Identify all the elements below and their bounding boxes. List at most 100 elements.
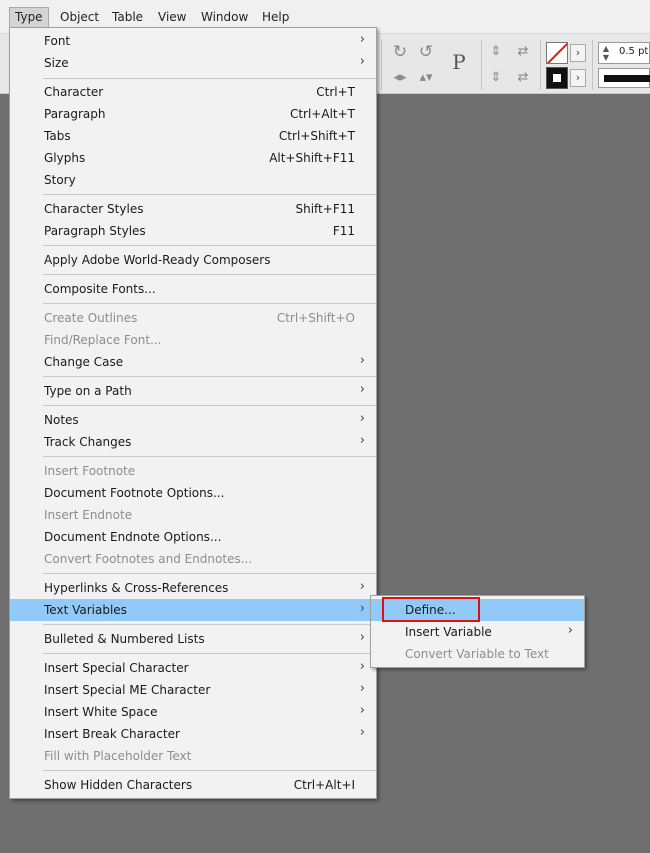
menu-item-label: Story (44, 173, 76, 187)
menu-item-label: Character (44, 85, 104, 99)
menu-item-character-styles[interactable]: Character Styles Shift+F11 (10, 198, 376, 220)
menu-item-shortcut: Ctrl+Alt+T (289, 107, 355, 121)
menu-separator (43, 770, 376, 771)
menu-item-composite-fonts[interactable]: Composite Fonts... (10, 278, 376, 300)
highlight-annotation-box (382, 597, 480, 622)
menu-item-find-replace-font: Find/Replace Font... (10, 329, 376, 351)
menu-separator (43, 245, 376, 246)
menu-item-insert-white-space[interactable]: Insert White Space › (10, 701, 376, 723)
submenu-item-convert-variable: Convert Variable to Text (371, 643, 584, 665)
menu-item-label: Find/Replace Font... (44, 333, 162, 347)
menu-item-size[interactable]: Size › (10, 52, 376, 74)
menu-view[interactable]: View (153, 7, 191, 28)
chevron-right-icon: › (359, 630, 365, 645)
menu-item-label: Bulleted & Numbered Lists (44, 632, 205, 646)
menu-item-label: Convert Variable to Text (405, 647, 549, 661)
flip-vertical-icon[interactable]: ▴▾ (416, 68, 436, 88)
menu-item-type-on-path[interactable]: Type on a Path › (10, 380, 376, 402)
menu-window[interactable]: Window (196, 7, 253, 28)
menu-item-paragraph[interactable]: Paragraph Ctrl+Alt+T (10, 103, 376, 125)
menu-item-shortcut: Ctrl+T (316, 85, 355, 99)
menu-item-label: Glyphs (44, 151, 86, 165)
distribute-icon[interactable]: ⇄ (512, 42, 534, 62)
stroke-weight-field[interactable]: ▲ ▼ 0.5 pt (598, 42, 650, 64)
rotate-ccw-icon[interactable]: ↺ (416, 42, 436, 62)
menu-item-hyperlinks[interactable]: Hyperlinks & Cross-References › (10, 577, 376, 599)
chevron-right-icon: › (359, 681, 365, 696)
chevron-right-icon: › (359, 382, 365, 397)
menu-item-label: Composite Fonts... (44, 282, 156, 296)
menu-item-text-variables[interactable]: Text Variables › (10, 599, 376, 621)
chevron-right-icon: › (359, 659, 365, 674)
menu-item-label: Apply Adobe World-Ready Composers (44, 253, 271, 267)
menu-item-story[interactable]: Story (10, 169, 376, 191)
menu-item-shortcut: Ctrl+Shift+T (278, 129, 355, 143)
toolbar-divider (592, 40, 593, 90)
menu-item-insert-special-me-character[interactable]: Insert Special ME Character › (10, 679, 376, 701)
menu-separator (43, 624, 376, 625)
menu-table[interactable]: Table (107, 7, 148, 28)
chevron-right-icon: › (359, 579, 365, 594)
menu-item-label: Tabs (44, 129, 71, 143)
menu-separator (43, 573, 376, 574)
menu-type[interactable]: Type (9, 7, 49, 28)
menu-item-paragraph-styles[interactable]: Paragraph Styles F11 (10, 220, 376, 242)
menu-item-shortcut: Shift+F11 (295, 202, 355, 216)
chevron-right-icon: › (567, 623, 573, 638)
menu-item-label: Insert Footnote (44, 464, 136, 478)
menu-item-label: Document Footnote Options... (44, 486, 225, 500)
stepper-icon[interactable]: ▲ ▼ (601, 44, 611, 62)
menu-item-label: Change Case (44, 355, 124, 369)
menu-item-label: Fill with Placeholder Text (44, 749, 192, 763)
menu-item-label: Notes (44, 413, 79, 427)
menu-item-notes[interactable]: Notes › (10, 409, 376, 431)
menu-item-label: Text Variables (44, 603, 127, 617)
distribute-icon[interactable]: ⇄ (512, 68, 534, 88)
menu-item-footnote-options[interactable]: Document Footnote Options... (10, 482, 376, 504)
submenu-item-insert-variable[interactable]: Insert Variable › (371, 621, 584, 643)
chevron-right-icon: › (359, 411, 365, 426)
menu-separator (43, 303, 376, 304)
rotate-cw-icon[interactable]: ↻ (390, 42, 410, 62)
menu-item-world-ready-composers[interactable]: Apply Adobe World-Ready Composers (10, 249, 376, 271)
menu-item-label: Insert Variable (405, 625, 492, 639)
menu-item-shortcut: F11 (332, 224, 355, 238)
menu-item-label: Track Changes (44, 435, 132, 449)
menu-item-shortcut: Alt+Shift+F11 (269, 151, 355, 165)
menu-separator (43, 274, 376, 275)
chevron-right-icon: › (359, 32, 365, 47)
align-top-icon[interactable]: ⇕ (488, 42, 504, 62)
stroke-swatch[interactable] (546, 42, 568, 64)
menu-item-track-changes[interactable]: Track Changes › (10, 431, 376, 453)
flip-horizontal-icon[interactable]: ◂▸ (390, 68, 410, 88)
menu-item-change-case[interactable]: Change Case › (10, 351, 376, 373)
menu-separator (43, 456, 376, 457)
menu-object[interactable]: Object (55, 7, 104, 28)
menu-item-label: Document Endnote Options... (44, 530, 222, 544)
chevron-right-icon[interactable]: › (570, 44, 586, 62)
menu-item-character[interactable]: Character Ctrl+T (10, 81, 376, 103)
chevron-right-icon: › (359, 703, 365, 718)
menu-item-label: Hyperlinks & Cross-References (44, 581, 229, 595)
menu-item-tabs[interactable]: Tabs Ctrl+Shift+T (10, 125, 376, 147)
chevron-right-icon[interactable]: › (570, 69, 586, 87)
stroke-type-select[interactable] (598, 68, 650, 88)
menu-item-insert-special-character[interactable]: Insert Special Character › (10, 657, 376, 679)
menu-item-insert-break-character[interactable]: Insert Break Character › (10, 723, 376, 745)
chevron-right-icon: › (359, 725, 365, 740)
menu-item-bulleted-numbered-lists[interactable]: Bulleted & Numbered Lists › (10, 628, 376, 650)
menu-item-insert-endnote: Insert Endnote (10, 504, 376, 526)
menu-item-label: Insert Break Character (44, 727, 180, 741)
menu-item-shortcut: Ctrl+Alt+I (293, 778, 355, 792)
menu-item-font[interactable]: Font › (10, 30, 376, 52)
type-menu: Font › Size › Character Ctrl+T Paragraph Ctr… (9, 27, 377, 799)
menu-help[interactable]: Help (257, 7, 294, 28)
align-bottom-icon[interactable]: ⇕ (488, 68, 504, 88)
menu-item-glyphs[interactable]: Glyphs Alt+Shift+F11 (10, 147, 376, 169)
toolbar-divider (540, 40, 541, 90)
paragraph-icon[interactable]: P (445, 52, 473, 72)
toolbar-divider (381, 40, 382, 90)
menu-item-endnote-options[interactable]: Document Endnote Options... (10, 526, 376, 548)
menu-item-show-hidden-characters[interactable]: Show Hidden Characters Ctrl+Alt+I (10, 774, 376, 796)
fill-swatch[interactable] (546, 67, 568, 89)
